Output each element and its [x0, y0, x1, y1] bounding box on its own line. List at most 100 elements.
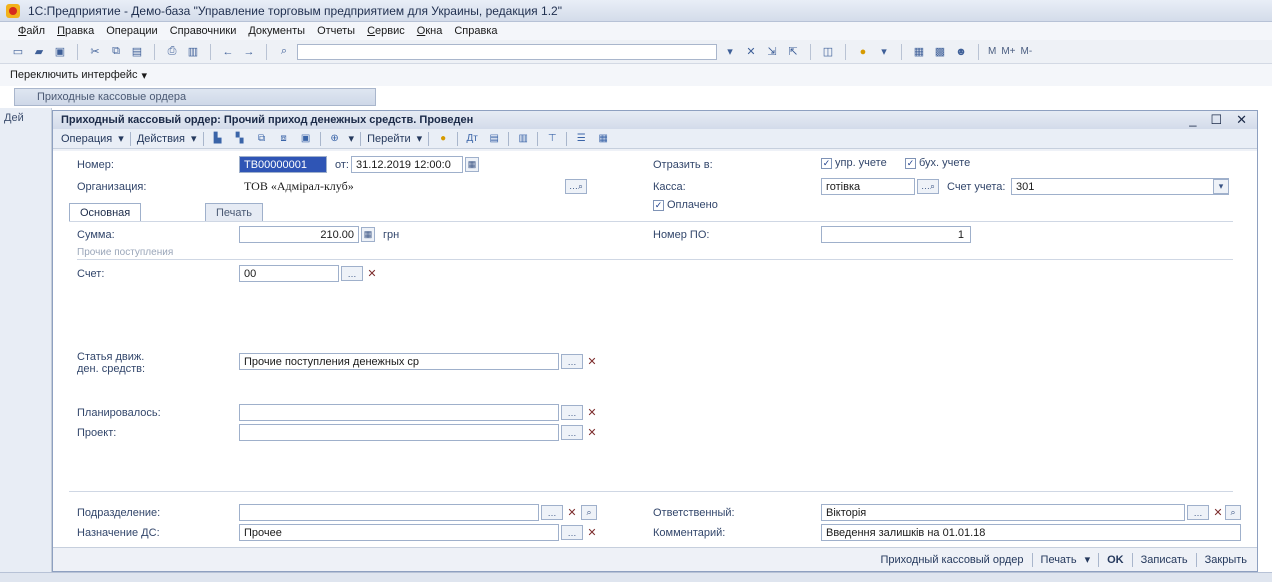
search-input[interactable]: [297, 43, 717, 60]
dropdown-arrow-icon[interactable]: ▾: [722, 44, 738, 60]
write-button[interactable]: Записать: [1141, 554, 1188, 566]
maximize-icon[interactable]: ☐: [1210, 112, 1222, 128]
structure-icon[interactable]: ⧈: [276, 132, 292, 146]
list-window-tab[interactable]: Приходные кассовые ордера: [14, 88, 376, 106]
clear-icon[interactable]: ✕: [743, 44, 759, 60]
users-icon[interactable]: ☻: [953, 44, 969, 60]
chevron-down-icon[interactable]: ▾: [191, 132, 197, 145]
chevron-down-icon[interactable]: ▾: [417, 132, 423, 145]
project-field[interactable]: [239, 424, 559, 441]
print-icon[interactable]: ⎙: [164, 44, 180, 60]
search-icon[interactable]: ⌕: [1225, 505, 1241, 520]
chevron-down-icon[interactable]: ▾: [1213, 179, 1229, 194]
accounting-checkbox[interactable]: ✓ бух. учете: [905, 157, 970, 169]
number-field[interactable]: ТВ00000001: [239, 156, 327, 173]
find-next-icon[interactable]: ⇲: [764, 44, 780, 60]
clear-icon[interactable]: ✕: [585, 405, 599, 420]
print-preview-icon[interactable]: ▥: [515, 132, 531, 146]
select-project-button[interactable]: …: [561, 425, 583, 440]
calculator-icon[interactable]: ▩: [932, 44, 948, 60]
copy-document-icon[interactable]: ⧉: [254, 132, 270, 146]
help-info-icon[interactable]: ●: [855, 44, 871, 60]
clear-icon[interactable]: ✕: [585, 354, 599, 369]
select-cash-button[interactable]: …⌕: [917, 179, 939, 194]
menu-item-help[interactable]: Справка: [454, 25, 497, 37]
calendar-icon[interactable]: ▦: [465, 157, 479, 172]
tab-main[interactable]: Основная: [69, 203, 142, 221]
report-icon[interactable]: ▤: [486, 132, 502, 146]
close-button[interactable]: Закрыть: [1205, 554, 1247, 566]
switch-interface-menu[interactable]: Переключить интерфейс: [10, 69, 138, 81]
menu-item-catalogs[interactable]: Справочники: [170, 25, 237, 37]
menu-item-operations[interactable]: Операции: [106, 25, 157, 37]
operation-menu[interactable]: Операция: [61, 133, 112, 145]
back-arrow-icon[interactable]: ←: [220, 44, 236, 60]
open-folder-icon[interactable]: ▰: [31, 44, 47, 60]
windows-icon[interactable]: ◫: [820, 44, 836, 60]
select-planned-button[interactable]: …: [561, 405, 583, 420]
menu-item-service[interactable]: Сервис: [367, 25, 405, 37]
clear-icon[interactable]: ✕: [585, 425, 599, 440]
purpose-field[interactable]: Прочее: [239, 524, 559, 541]
search-icon[interactable]: ⌕: [581, 505, 597, 520]
organization-field[interactable]: ТОВ «Адмірал-клуб»: [239, 178, 563, 195]
paste-icon[interactable]: ▤: [129, 44, 145, 60]
paid-checkbox[interactable]: ✓ Оплачено: [653, 199, 718, 211]
chevron-down-icon[interactable]: ▾: [1085, 553, 1091, 566]
print-button[interactable]: Печать: [1041, 554, 1077, 566]
select-account-button[interactable]: …: [341, 266, 363, 281]
menu-item-reports[interactable]: Отчеты: [317, 25, 355, 37]
accounting-entries-icon[interactable]: Дт: [464, 132, 480, 146]
unpost-icon[interactable]: ▚: [232, 132, 248, 146]
date-field[interactable]: 31.12.2019 12:00:0: [351, 156, 463, 173]
responsible-field[interactable]: Вікторія: [821, 504, 1185, 521]
movements-icon[interactable]: ▣: [298, 132, 314, 146]
search-icon[interactable]: ⌕: [276, 44, 292, 60]
memory-button-m-minus[interactable]: M-: [1021, 46, 1033, 57]
clear-icon[interactable]: ✕: [1211, 505, 1225, 520]
minimize-icon[interactable]: _: [1189, 112, 1196, 128]
department-field[interactable]: [239, 504, 539, 521]
account-code-field[interactable]: 00: [239, 265, 339, 282]
copy-icon[interactable]: ⧉: [108, 44, 124, 60]
post-icon[interactable]: ▙: [210, 132, 226, 146]
po-number-field[interactable]: 1: [821, 226, 971, 243]
menu-item-file[interactable]: Файл: [18, 25, 45, 37]
memory-button-m-plus[interactable]: M+: [1001, 46, 1015, 57]
save-icon[interactable]: ▣: [52, 44, 68, 60]
chevron-down-icon[interactable]: ▾: [142, 69, 148, 82]
clear-icon[interactable]: ✕: [585, 525, 599, 540]
actions-menu[interactable]: Действия: [137, 133, 185, 145]
comment-field[interactable]: Введення залишків на 01.01.18: [821, 524, 1241, 541]
menu-item-windows[interactable]: Окна: [417, 25, 443, 37]
preview-icon[interactable]: ▥: [185, 44, 201, 60]
menu-item-edit[interactable]: Правка: [57, 25, 94, 37]
enter-based-icon[interactable]: ⊕: [327, 132, 343, 146]
forward-arrow-icon[interactable]: →: [241, 44, 257, 60]
memory-button-m[interactable]: M: [988, 46, 996, 57]
account-field[interactable]: 301: [1011, 178, 1229, 195]
close-icon[interactable]: ✕: [1236, 112, 1247, 128]
cut-icon[interactable]: ✂: [87, 44, 103, 60]
new-document-icon[interactable]: ▭: [10, 44, 26, 60]
calendar-icon[interactable]: ▦: [911, 44, 927, 60]
clear-icon[interactable]: ✕: [565, 505, 579, 520]
calculator-icon[interactable]: ▦: [361, 227, 375, 242]
goto-menu[interactable]: Перейти: [367, 133, 411, 145]
table-icon[interactable]: ▦: [595, 132, 611, 146]
help-icon[interactable]: ●: [435, 132, 451, 146]
planned-field[interactable]: [239, 404, 559, 421]
select-cashflow-button[interactable]: …: [561, 354, 583, 369]
chevron-down-icon[interactable]: ▾: [876, 44, 892, 60]
document-name-link[interactable]: Приходный кассовый ордер: [881, 554, 1024, 566]
chevron-down-icon[interactable]: ▾: [349, 132, 355, 145]
chevron-down-icon[interactable]: ▾: [118, 132, 124, 145]
settings-icon[interactable]: ⊤: [544, 132, 560, 146]
cash-field[interactable]: готівка: [821, 178, 915, 195]
select-department-button[interactable]: …: [541, 505, 563, 520]
find-prev-icon[interactable]: ⇱: [785, 44, 801, 60]
select-responsible-button[interactable]: …: [1187, 505, 1209, 520]
list-icon[interactable]: ☰: [573, 132, 589, 146]
clear-icon[interactable]: ✕: [365, 266, 379, 281]
mgmt-accounting-checkbox[interactable]: ✓ упр. учете: [821, 157, 887, 169]
